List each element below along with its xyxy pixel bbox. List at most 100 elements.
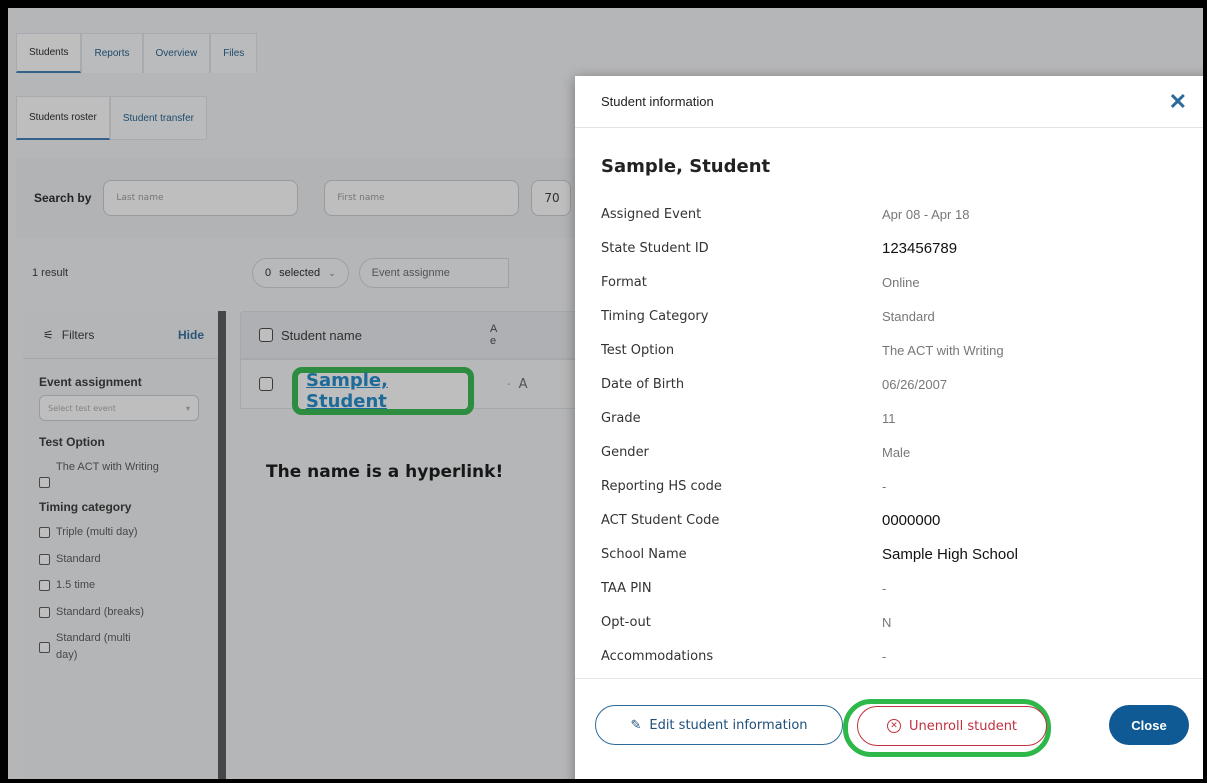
event-assignment-section: Event assignment Select test event ▾ (23, 359, 218, 421)
tab-overview[interactable]: Overview (142, 33, 211, 73)
tab-students-roster[interactable]: Students roster (16, 96, 110, 140)
filters-title: Filters (61, 327, 95, 342)
edit-student-button[interactable]: ✎ Edit student information (595, 705, 843, 745)
first-name-input[interactable]: First name (324, 180, 520, 216)
test-option-title: Test Option (39, 435, 105, 449)
test-option-label: The ACT with Writing (56, 461, 159, 473)
filter-icon: ⚟ (43, 327, 54, 342)
checkbox[interactable] (39, 606, 50, 618)
row-checkbox[interactable] (259, 377, 273, 391)
modal-body: Sample, Student Assigned Event Apr 08 - A… (575, 128, 1203, 664)
row-partial: A (518, 376, 528, 392)
timing-item[interactable]: 1.5 time (39, 577, 202, 594)
student-table: Student name A e - A Sample, Student (240, 311, 580, 779)
field-label: Assigned Event (601, 206, 702, 222)
field-value: Standard (882, 308, 935, 324)
last-name-input[interactable]: Last name (103, 180, 299, 216)
field-row: Opt-out N (601, 605, 1187, 639)
tab-students[interactable]: Students (16, 33, 82, 73)
timing-label: Standard (56, 552, 101, 565)
field-value: 11 (882, 410, 896, 426)
main-tabs: Students Reports Overview Files (16, 33, 258, 73)
modal-header: Student information ✕ (575, 76, 1203, 128)
timing-label: Standard (breaks) (56, 605, 145, 618)
field-row: ACT Student Code 0000000 (601, 503, 1187, 537)
app-background: Students Reports Overview Files Students… (8, 8, 1203, 779)
checkbox[interactable] (39, 553, 50, 565)
field-value: Male (882, 444, 911, 460)
student-name-heading: Sample, Student (601, 156, 771, 177)
field-label: Accommodations (601, 648, 714, 664)
edit-student-label: Edit student information (649, 717, 808, 733)
event-assignment-title: Event assignment (39, 375, 142, 389)
field-row: Format Online (601, 265, 1187, 299)
checkbox[interactable] (39, 642, 50, 653)
filters-sidebar: ⚟ Filters Hide Event assignment Select te… (23, 311, 226, 779)
field-label: Test Option (601, 342, 675, 358)
unenroll-student-button[interactable]: ✕ Unenroll student (857, 706, 1047, 746)
field-label: ACT Student Code (601, 512, 720, 528)
field-row: Gender Male (601, 435, 1187, 469)
checkbox[interactable] (39, 527, 50, 538)
field-label: TAA PIN (601, 580, 652, 596)
field-row: Date of Birth 06/26/2007 (601, 367, 1187, 401)
field-row: Timing Category Standard (601, 299, 1187, 333)
close-icon[interactable]: ✕ (1169, 89, 1187, 115)
field-row: Reporting HS code - (601, 469, 1187, 503)
timing-label: Triple (multi day) (56, 526, 138, 538)
annotation-text: The name is a hyperlink! (266, 462, 504, 482)
field-label: Timing Category (601, 308, 709, 324)
field-row: Assigned Event Apr 08 - Apr 18 (601, 197, 1187, 231)
caret-down-icon: ▾ (185, 403, 190, 413)
field-value: Online (882, 274, 920, 290)
timing-item[interactable]: Standard (breaks) (39, 604, 202, 621)
field-value: Apr 08 - Apr 18 (882, 206, 970, 222)
field-label: Grade (601, 410, 641, 426)
test-option-item[interactable]: The ACT with Writing (39, 459, 202, 488)
checkbox[interactable] (39, 580, 50, 591)
event-select-placeholder: Select test event (48, 403, 116, 413)
field-label: Gender (601, 444, 649, 460)
close-button[interactable]: Close (1109, 705, 1189, 745)
unenroll-label: Unenroll student (908, 718, 1018, 734)
test-option-section: Test Option The ACT with Writing (23, 421, 218, 488)
event-select[interactable]: Select test event ▾ (39, 395, 199, 421)
event-assignment-button[interactable]: Event assignme (358, 258, 509, 288)
field-label: Format (601, 274, 647, 290)
student-fields: Assigned Event Apr 08 - Apr 18 State Stude… (601, 197, 1187, 673)
field-value: 06/26/2007 (882, 376, 948, 392)
filters-header: ⚟ Filters Hide (23, 311, 218, 359)
field-row: Grade 11 (601, 401, 1187, 435)
timing-item[interactable]: Standard (multi day) (39, 630, 202, 663)
col-partial: A e (489, 322, 497, 347)
selected-count: 0 (265, 267, 272, 279)
tab-student-transfer[interactable]: Student transfer (109, 96, 207, 140)
timing-title: Timing category (39, 500, 132, 514)
col-student-name[interactable]: Student name (281, 328, 362, 343)
timing-section: Timing category Triple (multi day) Stand… (23, 498, 218, 663)
field-row: School Name Sample High School (601, 537, 1187, 571)
field-label: Reporting HS code (601, 478, 722, 494)
student-name-link[interactable]: Sample, Student (306, 370, 468, 412)
third-search-input[interactable]: 70 (531, 180, 572, 216)
select-all-checkbox[interactable] (259, 328, 273, 342)
student-info-modal: Student information ✕ Sample, Student As… (575, 76, 1203, 779)
tab-files[interactable]: Files (210, 33, 258, 73)
checkbox[interactable] (39, 477, 50, 488)
field-value: Sample High School (882, 545, 1018, 563)
tab-reports[interactable]: Reports (81, 33, 143, 73)
screenshot-frame: Students Reports Overview Files Students… (0, 0, 1207, 783)
field-row: Accommodations - (601, 639, 1187, 673)
result-count: 1 result (32, 267, 69, 279)
row-divider-icon: - (507, 378, 511, 390)
field-label: State Student ID (601, 240, 709, 256)
student-name-link-highlight: Sample, Student (292, 367, 474, 415)
timing-item[interactable]: Standard (39, 551, 202, 568)
selected-dropdown[interactable]: 0 selected ⌄ (252, 258, 349, 288)
timing-label: Standard (multi day) (56, 632, 131, 661)
modal-footer: ✎ Edit student information ✕ Unenroll st… (575, 678, 1203, 779)
hide-filters-link[interactable]: Hide (178, 328, 204, 342)
field-value: - (882, 648, 887, 664)
timing-item[interactable]: Triple (multi day) (39, 524, 202, 541)
sub-tabs: Students roster Student transfer (16, 96, 207, 140)
